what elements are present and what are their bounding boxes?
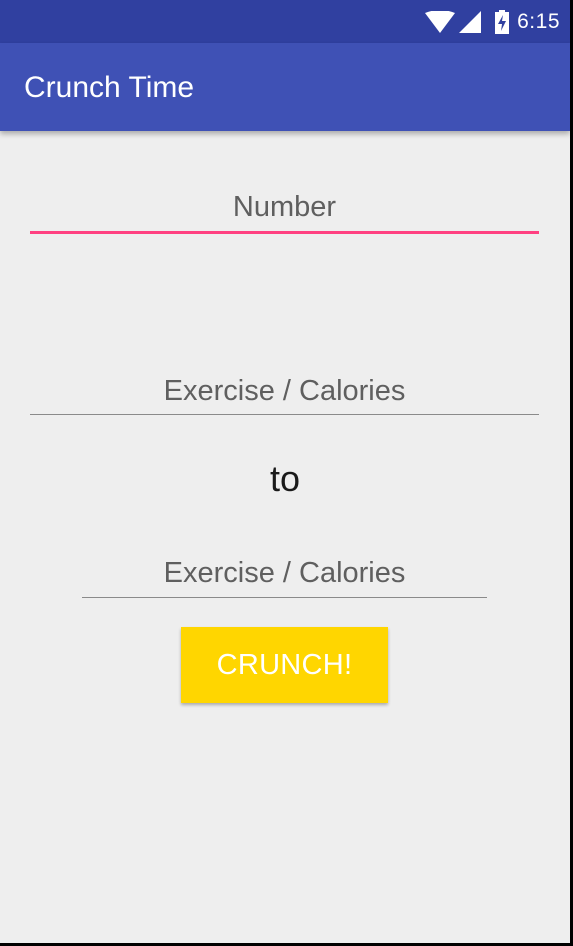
number-input-placeholder: Number xyxy=(232,191,337,223)
number-input[interactable]: Number xyxy=(30,186,539,234)
app-bar: Crunch Time xyxy=(0,43,570,131)
status-icons: 6:15 xyxy=(425,0,560,43)
app-screen: 6:15 Crunch Time Number Exercise / Calor… xyxy=(0,0,570,943)
status-time: 6:15 xyxy=(517,9,560,33)
exercise-from-input-placeholder: Exercise / Calories xyxy=(163,375,406,407)
exercise-to-input[interactable]: Exercise / Calories xyxy=(82,553,487,598)
exercise-from-input-underline xyxy=(30,414,539,415)
number-input-underline xyxy=(30,231,539,234)
status-bar: 6:15 xyxy=(0,0,570,43)
app-title: Crunch Time xyxy=(24,71,195,104)
cellular-signal-icon xyxy=(459,10,482,33)
exercise-to-input-placeholder: Exercise / Calories xyxy=(163,557,406,589)
exercise-from-input[interactable]: Exercise / Calories xyxy=(30,371,539,415)
crunch-button[interactable]: CRUNCH! xyxy=(181,627,388,703)
battery-charging-icon xyxy=(495,9,510,34)
wifi-icon xyxy=(425,10,456,33)
exercise-to-input-underline xyxy=(82,597,487,598)
to-label: to xyxy=(269,458,301,499)
